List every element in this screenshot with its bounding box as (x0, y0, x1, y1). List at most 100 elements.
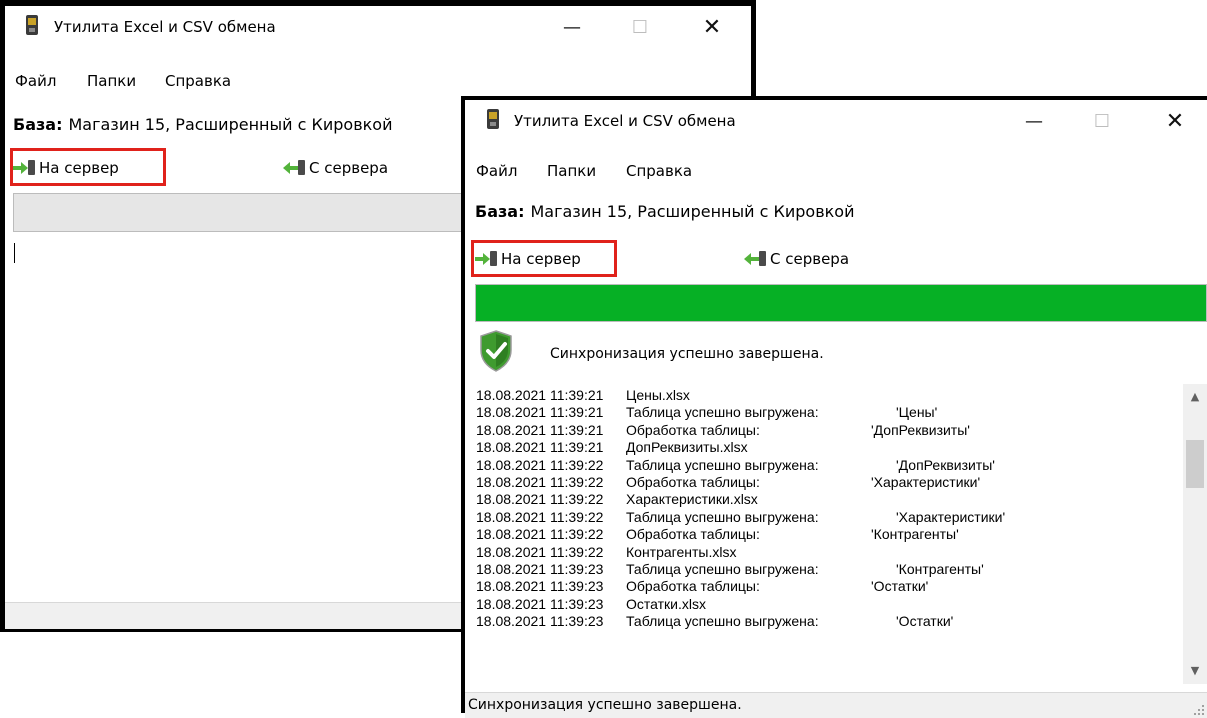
front-status-text: Синхронизация успешно завершена. (468, 697, 742, 713)
mobile-device-icon (25, 15, 39, 37)
log-scrollbar[interactable]: ▲ ▼ (1183, 384, 1207, 684)
log-timestamp: 18.08.2021 11:39:22 (476, 508, 604, 525)
log-timestamp: 18.08.2021 11:39:23 (476, 595, 604, 612)
log-timestamp: 18.08.2021 11:39:22 (476, 491, 604, 508)
log-panel[interactable]: 18.08.2021 11:39:21 Цены.xlsx 18.08.2021 1… (476, 387, 1178, 691)
log-line: 18.08.2021 11:39:23 Остатки.xlsx (476, 596, 1178, 613)
log-line: 18.08.2021 11:39:21 Обработка таблицы: 'До… (476, 422, 1178, 439)
front-window: Утилита Excel и CSV обмена — ☐ ✕ Файл Па… (461, 96, 1207, 718)
log-table-name: 'Характеристики' (896, 508, 1006, 525)
menu-file[interactable]: Файл (15, 72, 56, 90)
front-progress-bar (475, 284, 1207, 322)
back-base-row: База: Магазин 15, Расширенный с Кировкой (13, 115, 392, 134)
log-timestamp: 18.08.2021 11:39:22 (476, 526, 604, 543)
base-label: База: (475, 202, 525, 221)
scroll-down-icon[interactable]: ▼ (1183, 662, 1207, 680)
log-message: Обработка таблицы: (626, 474, 760, 491)
log-message: Таблица успешно выгружена: (626, 404, 819, 421)
base-label: База: (13, 115, 63, 134)
scroll-up-icon[interactable]: ▲ (1183, 388, 1207, 406)
log-line: 18.08.2021 11:39:21 Таблица успешно выгру… (476, 404, 1178, 421)
log-message: Таблица успешно выгружена: (626, 508, 819, 525)
log-line: 18.08.2021 11:39:22 Контрагенты.xlsx (476, 544, 1178, 561)
log-message: Обработка таблицы: (626, 578, 760, 595)
menu-folders[interactable]: Папки (87, 72, 136, 90)
log-table-name: 'Цены' (896, 404, 938, 421)
log-timestamp: 18.08.2021 11:39:22 (476, 474, 604, 491)
log-line: 18.08.2021 11:39:22 Обработка таблицы: 'Ха… (476, 474, 1178, 491)
mobile-device-icon (486, 109, 500, 131)
log-line: 18.08.2021 11:39:21 Цены.xlsx (476, 387, 1178, 404)
front-menubar: Файл Папки Справка (465, 162, 1207, 184)
log-message: Характеристики.xlsx (626, 491, 758, 508)
from-server-button[interactable]: С сервера (744, 247, 849, 271)
menu-help[interactable]: Справка (165, 72, 231, 90)
log-table-name: 'Характеристики' (871, 474, 981, 491)
resize-grip-icon[interactable] (1194, 705, 1204, 715)
text-caret (14, 243, 15, 263)
log-line: 18.08.2021 11:39:23 Таблица успешно выгру… (476, 561, 1178, 578)
menu-help[interactable]: Справка (626, 162, 692, 180)
log-message: Цены.xlsx (626, 387, 690, 403)
minimize-icon[interactable]: — (1011, 100, 1057, 144)
log-table-name: 'ДопРеквизиты' (896, 456, 995, 473)
log-timestamp: 18.08.2021 11:39:23 (476, 578, 604, 595)
from-server-button[interactable]: С сервера (283, 156, 388, 180)
front-window-title: Утилита Excel и CSV обмена (514, 112, 736, 130)
highlight-box (10, 148, 166, 186)
green-shield-check-icon (480, 330, 512, 372)
maximize-icon: ☐ (1093, 111, 1111, 132)
menu-folders[interactable]: Папки (547, 162, 596, 180)
log-message: Обработка таблицы: (626, 526, 760, 543)
base-value: Магазин 15, Расширенный с Кировкой (68, 115, 393, 134)
log-message: Таблица успешно выгружена: (626, 613, 819, 630)
scroll-thumb[interactable] (1186, 440, 1204, 488)
maximize-icon: ☐ (631, 17, 649, 38)
from-server-label: С сервера (309, 159, 389, 177)
log-line: 18.08.2021 11:39:23 Обработка таблицы: 'Ос… (476, 578, 1178, 595)
log-table-name: 'Контрагенты' (871, 526, 959, 543)
arrow-left-device-icon (744, 251, 766, 267)
log-timestamp: 18.08.2021 11:39:21 (476, 421, 604, 438)
log-line: 18.08.2021 11:39:22 Обработка таблицы: 'Ко… (476, 526, 1178, 543)
log-timestamp: 18.08.2021 11:39:21 (476, 404, 604, 421)
log-line: 18.08.2021 11:39:22 Таблица успешно выгру… (476, 509, 1178, 526)
log-timestamp: 18.08.2021 11:39:21 (476, 387, 604, 403)
base-value: Магазин 15, Расширенный с Кировкой (530, 202, 855, 221)
back-titlebar[interactable]: Утилита Excel и CSV обмена — ☐ ✕ (5, 6, 751, 50)
front-titlebar[interactable]: Утилита Excel и CSV обмена — ☐ ✕ (465, 100, 1207, 144)
sync-message: Синхронизация успешно завершена. (550, 346, 824, 362)
log-message: Обработка таблицы: (626, 421, 760, 438)
progress-fill (476, 285, 1206, 321)
highlight-box (471, 240, 617, 277)
log-table-name: 'Контрагенты' (896, 561, 984, 578)
front-statusbar: Синхронизация успешно завершена. (465, 692, 1207, 718)
minimize-icon[interactable]: — (549, 6, 595, 50)
log-timestamp: 18.08.2021 11:39:22 (476, 456, 604, 473)
close-icon[interactable]: ✕ (689, 6, 735, 50)
log-table-name: 'ДопРеквизиты' (871, 421, 970, 438)
log-timestamp: 18.08.2021 11:39:23 (476, 561, 604, 578)
log-table-name: 'Остатки' (896, 613, 954, 630)
back-progress-bar (13, 193, 465, 232)
front-base-row: База: Магазин 15, Расширенный с Кировкой (475, 202, 854, 221)
log-line: 18.08.2021 11:39:23 Таблица успешно выгру… (476, 613, 1178, 630)
arrow-left-device-icon (283, 160, 305, 176)
log-timestamp: 18.08.2021 11:39:21 (476, 439, 604, 456)
log-message: Таблица успешно выгружена: (626, 456, 819, 473)
log-table-name: 'Остатки' (871, 578, 929, 595)
back-menubar: Файл Папки Справка (5, 72, 751, 94)
log-message: Контрагенты.xlsx (626, 543, 737, 560)
log-line: 18.08.2021 11:39:21 ДопРеквизиты.xlsx (476, 439, 1178, 456)
close-icon[interactable]: ✕ (1152, 100, 1198, 144)
back-window-title: Утилита Excel и CSV обмена (54, 18, 276, 36)
log-message: Остатки.xlsx (626, 595, 706, 612)
log-message: Таблица успешно выгружена: (626, 561, 819, 578)
menu-file[interactable]: Файл (476, 162, 517, 180)
log-timestamp: 18.08.2021 11:39:22 (476, 543, 604, 560)
log-timestamp: 18.08.2021 11:39:23 (476, 613, 604, 630)
from-server-label: С сервера (770, 250, 850, 268)
log-line: 18.08.2021 11:39:22 Таблица успешно выгру… (476, 457, 1178, 474)
log-line: 18.08.2021 11:39:22 Характеристики.xlsx (476, 491, 1178, 508)
log-message: ДопРеквизиты.xlsx (626, 439, 748, 456)
